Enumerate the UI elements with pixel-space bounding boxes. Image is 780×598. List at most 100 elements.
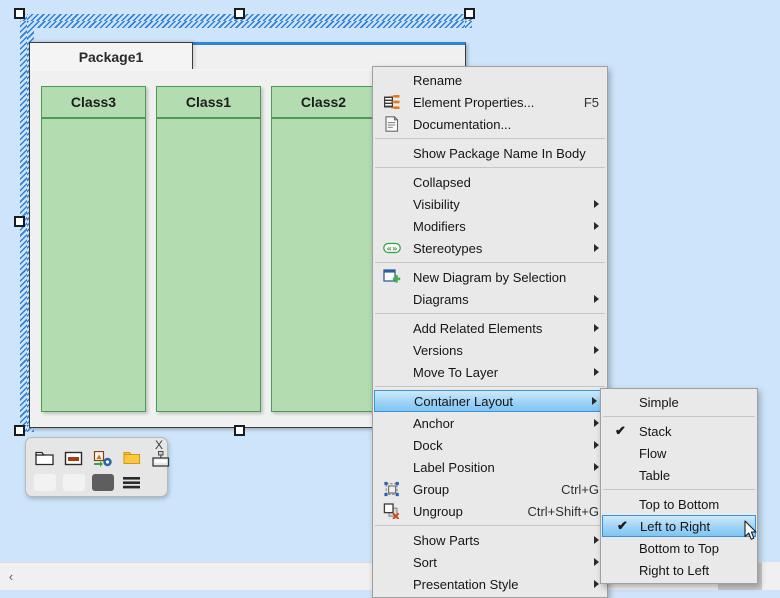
menu-item-label: Documentation... [413,116,512,132]
submenu-item-simple[interactable]: Simple [601,391,757,413]
menu-item-diagrams[interactable]: Diagrams [373,288,607,310]
class-name-label: Class2 [272,87,375,118]
submenu-item-label: Table [639,467,671,483]
quick-format-toolbar[interactable]: X [25,437,170,497]
menu-item-shortcut: Ctrl+G [561,481,599,497]
menu-item-label: Visibility [413,196,460,212]
menu-item-label: Collapsed [413,174,471,190]
submenu-item-label: Bottom to Top [639,540,719,556]
selection-handle-bottom-left[interactable] [14,425,25,436]
submenu-item-label: Flow [639,445,667,461]
screen-monitor-icon[interactable] [150,450,172,467]
stereotypes-icon: «» [383,240,401,256]
menu-item-sort[interactable]: Sort [373,551,607,573]
selection-handle-top-left[interactable] [14,8,25,19]
image-swap-icon[interactable] [92,450,114,467]
menu-item-rename[interactable]: Rename [373,69,607,91]
yellow-folder-icon[interactable] [121,450,143,467]
menu-item-anchor[interactable]: Anchor [373,412,607,434]
menu-item-move-to-layer[interactable]: Move To Layer [373,361,607,383]
menu-item-element-properties[interactable]: Element Properties... F5 [373,91,607,113]
menu-separator [375,262,605,263]
menu-item-label: Presentation Style [413,576,519,592]
menu-item-label: Show Package Name In Body [413,145,586,161]
menu-item-new-diagram-by-selection[interactable]: New Diagram by Selection [373,266,607,288]
menu-item-stereotypes[interactable]: «» Stereotypes [373,237,607,259]
chevron-right-icon [594,222,599,230]
context-menu[interactable]: Rename Element Properties... F5 Documentati… [372,66,608,598]
submenu-item-right-to-left[interactable]: Right to Left [601,559,757,581]
menu-item-container-layout[interactable]: Container Layout [374,390,606,412]
submenu-item-bottom-to-top[interactable]: Bottom to Top [601,537,757,559]
menu-item-documentation[interactable]: Documentation... [373,113,607,135]
menu-item-label: Dock [413,437,443,453]
scroll-left-arrow-icon[interactable]: ‹ [4,569,18,585]
class-box[interactable]: Class3 [41,86,146,412]
menu-item-label-position[interactable]: Label Position [373,456,607,478]
menu-item-group[interactable]: Group Ctrl+G [373,478,607,500]
menu-item-shortcut: F5 [583,94,599,110]
folder-icon[interactable] [34,450,56,467]
chevron-right-icon [592,397,597,405]
menu-item-show-parts[interactable]: Show Parts [373,529,607,551]
class-box[interactable]: Class1 [156,86,261,412]
submenu-item-flow[interactable]: Flow [601,442,757,464]
chevron-right-icon [594,558,599,566]
submenu-item-top-to-bottom[interactable]: Top to Bottom [601,493,757,515]
submenu-item-label: Stack [639,423,672,439]
menu-item-label: Versions [413,342,463,358]
rectangle-bar-icon[interactable] [63,450,85,467]
menu-item-label: Diagrams [413,291,469,307]
chevron-right-icon [594,419,599,427]
quick-format-row-top [34,450,172,467]
chevron-right-icon [594,580,599,588]
submenu-item-left-to-right[interactable]: ✔ Left to Right [602,515,756,537]
submenu-item-stack[interactable]: ✔ Stack [601,420,757,442]
menu-item-shortcut: Ctrl+Shift+G [527,503,599,519]
menu-separator [375,138,605,139]
svg-text:«»: «» [387,244,398,254]
container-layout-submenu[interactable]: Simple ✔ Stack Flow Table Top to Bottom ✔ Left … [600,388,758,584]
menu-item-label: Stereotypes [413,240,483,256]
pale-swatch-icon[interactable] [63,474,85,491]
menu-item-dock[interactable]: Dock [373,434,607,456]
submenu-item-table[interactable]: Table [601,464,757,486]
chevron-right-icon [594,346,599,354]
menu-item-collapsed[interactable]: Collapsed [373,171,607,193]
selection-handle-middle-left[interactable] [14,216,25,227]
lines-icon[interactable] [121,474,143,491]
class-name-label: Class3 [42,87,145,118]
selection-handle-top-center[interactable] [234,8,245,19]
menu-separator [375,313,605,314]
scrollbar-corner [762,562,780,590]
menu-item-label: Group [413,481,450,497]
menu-item-modifiers[interactable]: Modifiers [373,215,607,237]
package-name-label: Package1 [78,48,144,65]
menu-item-label: Container Layout [414,393,514,409]
package-name-tab[interactable]: Package1 [29,42,193,70]
menu-item-add-related-elements[interactable]: Add Related Elements [373,317,607,339]
selection-handle-top-right[interactable] [464,8,475,19]
menu-item-label: Show Parts [413,532,480,548]
menu-item-label: Move To Layer [413,364,499,380]
checkmark-icon: ✔ [615,423,626,438]
dark-swatch-icon[interactable] [92,474,114,491]
checkmark-icon: ✔ [617,518,628,533]
menu-item-presentation-style[interactable]: Presentation Style [373,573,607,595]
menu-separator [375,525,605,526]
element-properties-icon [383,94,401,110]
menu-item-show-package-name-in-body[interactable]: Show Package Name In Body [373,142,607,164]
menu-item-ungroup[interactable]: Ungroup Ctrl+Shift+G [373,500,607,522]
menu-item-label: Modifiers [413,218,466,234]
class-attributes-compartment [272,118,375,410]
chevron-right-icon [594,200,599,208]
chevron-right-icon [594,441,599,449]
menu-item-label: Rename [413,72,463,88]
menu-item-versions[interactable]: Versions [373,339,607,361]
selection-handle-bottom-center[interactable] [234,425,245,436]
submenu-item-label: Top to Bottom [639,496,720,512]
light-swatch-icon[interactable] [34,474,56,491]
class-attributes-compartment [42,118,145,410]
class-box[interactable]: Class2 [271,86,376,412]
menu-item-visibility[interactable]: Visibility [373,193,607,215]
